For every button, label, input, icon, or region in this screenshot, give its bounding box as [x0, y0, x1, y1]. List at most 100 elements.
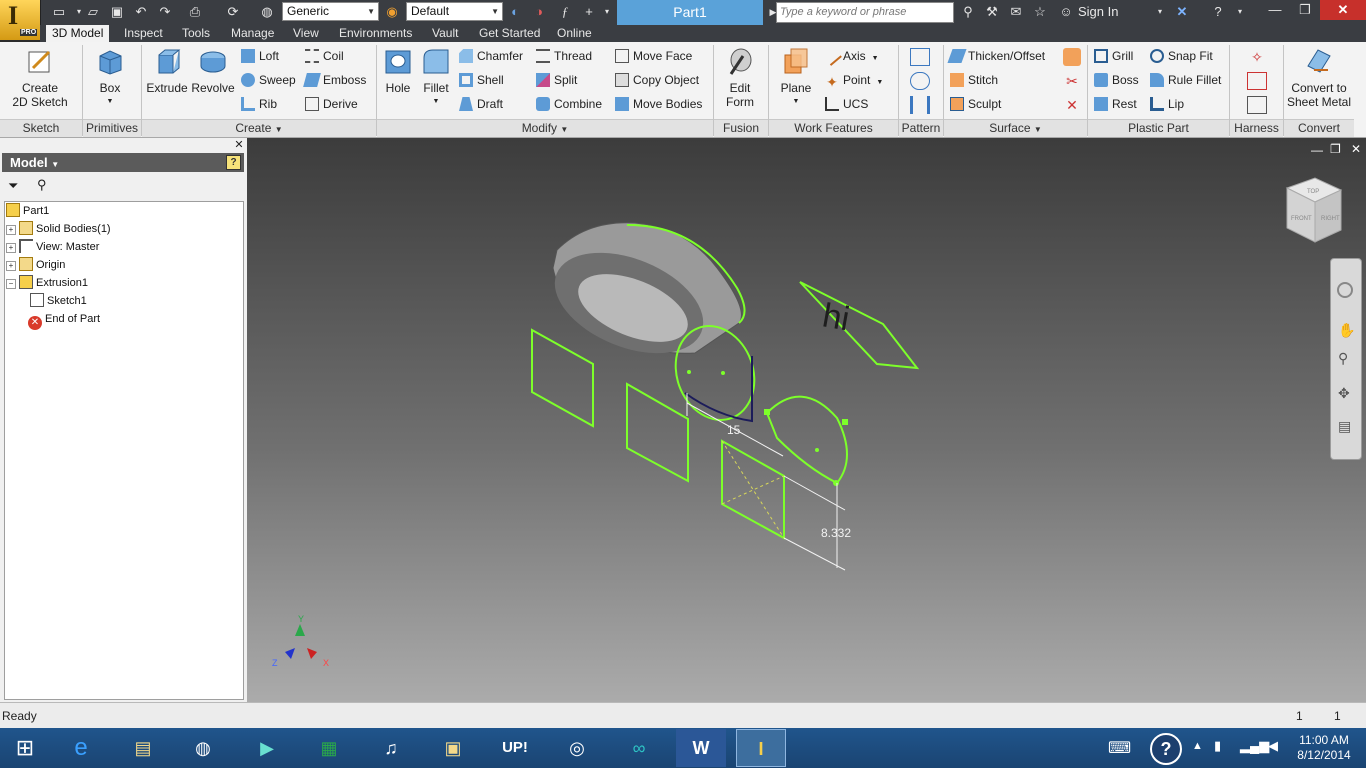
user-icon[interactable]: ☺ [1056, 3, 1076, 21]
help-search-input[interactable]: Type a keyword or phrase [776, 2, 954, 23]
emboss-button[interactable]: Emboss [303, 70, 366, 90]
sign-in-link[interactable]: Sign In [1078, 4, 1118, 19]
new-document-icon[interactable]: ▭ [50, 3, 68, 21]
customize-qa-icon[interactable]: ▾ [598, 3, 616, 21]
mirror-icon[interactable] [910, 96, 930, 114]
appearance-icon[interactable]: ◍ [258, 3, 276, 21]
inventor-taskbar-icon[interactable]: I [736, 729, 786, 767]
create-2d-sketch-button[interactable]: Create 2D Sketch [6, 46, 74, 109]
trim-icon[interactable]: ✂ [1063, 72, 1081, 90]
group-label-create[interactable]: Create ▼ [142, 119, 376, 137]
volume-icon[interactable]: ◀ [1268, 738, 1278, 754]
tree-item-solid-bodies[interactable]: + Solid Bodies(1) [6, 220, 111, 238]
expand-plus-icon[interactable]: + [6, 225, 16, 235]
hp-icon[interactable]: ◍ [178, 729, 228, 767]
view-cube[interactable]: TOP FRONT RIGHT [1285, 177, 1343, 243]
application-menu-button[interactable]: I PRO [0, 0, 41, 40]
lip-button[interactable]: Lip [1150, 94, 1184, 114]
dimension-8332[interactable]: 8.332 [821, 526, 851, 540]
thread-button[interactable]: Thread [536, 46, 592, 66]
zoom-icon[interactable]: ⚲ [1338, 350, 1348, 367]
tab-inspect[interactable]: Inspect [118, 25, 169, 42]
help-tray-icon[interactable]: ? [1150, 733, 1182, 765]
sculpt-button[interactable]: Sculpt [950, 94, 1001, 114]
tree-item-end-of-part[interactable]: ✕ End of Part [28, 310, 100, 330]
tab-vault[interactable]: Vault [426, 25, 464, 42]
word-icon[interactable]: W [676, 729, 726, 767]
rule-fillet-button[interactable]: Rule Fillet [1150, 70, 1221, 90]
color-wheel-icon[interactable]: ◉ [383, 3, 401, 21]
exchange-apps-icon[interactable]: ✕ [1172, 3, 1192, 21]
shell-button[interactable]: Shell [459, 70, 504, 90]
material-combo[interactable]: Default ▼ [406, 2, 503, 21]
box-button[interactable]: Box ▼ [90, 46, 130, 109]
tab-view[interactable]: View [287, 25, 325, 42]
revolve-button[interactable]: Revolve [191, 46, 235, 95]
extrusion-body[interactable] [540, 222, 746, 373]
fillet-button[interactable]: Fillet ▼ [418, 46, 454, 109]
sketch-plane-1[interactable] [531, 328, 594, 428]
parameters-fx-icon[interactable]: ƒ [556, 3, 574, 21]
tab-3d-model[interactable]: 3D Model [46, 25, 110, 42]
undo-icon[interactable]: ↶ [132, 3, 150, 21]
itunes-icon[interactable]: ♫ [366, 729, 416, 767]
store-icon[interactable]: ▦ [304, 729, 354, 767]
tree-item-sketch1[interactable]: Sketch1 [30, 292, 87, 310]
plane-button[interactable]: Plane ▼ [776, 46, 816, 109]
move-bodies-button[interactable]: Move Bodies [615, 94, 702, 114]
draft-button[interactable]: Draft [459, 94, 503, 114]
save-icon[interactable]: ▣ [108, 3, 126, 21]
tree-item-extrusion1[interactable]: − Extrusion1 [6, 274, 88, 292]
group-label-surface[interactable]: Surface ▼ [944, 119, 1087, 137]
tab-tools[interactable]: Tools [176, 25, 216, 42]
split-button[interactable]: Split [536, 70, 577, 90]
loft-button[interactable]: Loft [241, 46, 279, 66]
axis-button[interactable]: Axis ▼ [822, 46, 879, 66]
tray-expand-icon[interactable]: ▲ [1192, 740, 1203, 752]
thicken-offset-button[interactable]: Thicken/Offset [947, 46, 1045, 66]
look-at-icon[interactable]: ▤ [1338, 418, 1351, 435]
group-label-modify[interactable]: Modify ▼ [377, 119, 713, 137]
sweep-button[interactable]: Sweep [241, 70, 296, 90]
find-binoculars-icon[interactable]: ⚲ [37, 177, 47, 193]
minimize-window-icon[interactable]: — [1260, 0, 1290, 20]
video-app-icon[interactable]: ▶ [242, 729, 292, 767]
open-folder-icon[interactable]: ▱ [84, 3, 102, 21]
collapse-minus-icon[interactable]: − [6, 279, 16, 289]
help-icon[interactable]: ? [1208, 3, 1228, 21]
help-dropdown-icon[interactable]: ▾ [1230, 3, 1250, 21]
ucs-button[interactable]: UCS [825, 94, 868, 114]
signal-icon[interactable]: ▂▄▆ [1240, 738, 1269, 754]
favorites-star-icon[interactable]: ☆ [1030, 3, 1050, 21]
expand-plus-icon[interactable]: + [6, 243, 16, 253]
clock[interactable]: 11:00 AM 8/12/2014 [1296, 733, 1352, 763]
tree-item-origin[interactable]: + Origin [6, 256, 65, 274]
plus-icon[interactable]: + [580, 3, 598, 21]
circular-pattern-icon[interactable] [910, 72, 930, 90]
browser-header[interactable]: Model ▼ ? [2, 153, 244, 172]
keyboard-icon[interactable]: ⌨ [1108, 738, 1131, 758]
sketch-handle[interactable] [764, 409, 770, 415]
print-icon[interactable]: ⎙ [186, 3, 204, 21]
close-window-icon[interactable]: ✕ [1320, 0, 1366, 20]
redo-icon[interactable]: ↷ [156, 3, 174, 21]
close-panel-icon[interactable]: ✕ [233, 139, 245, 151]
tab-environments[interactable]: Environments [333, 25, 418, 42]
battery-icon[interactable]: ▮ [1214, 738, 1221, 754]
copy-object-button[interactable]: Copy Object [615, 70, 699, 90]
sign-in-dropdown-icon[interactable]: ▾ [1150, 3, 1170, 21]
extrude-button[interactable]: Extrude [145, 46, 189, 95]
file-explorer-icon[interactable]: ▤ [118, 729, 168, 767]
rest-button[interactable]: Rest [1094, 94, 1137, 114]
tree-item-part1[interactable]: Part1 [6, 202, 49, 220]
tab-manage[interactable]: Manage [225, 25, 280, 42]
sketch-circle-2[interactable] [765, 395, 848, 485]
convert-to-sheet-metal-button[interactable]: Convert to Sheet Metal [1285, 46, 1353, 109]
text-sketch-box[interactable] [799, 281, 920, 370]
start-windows-icon[interactable]: ⊞ [0, 729, 50, 767]
point-button[interactable]: ✦ Point ▼ [825, 70, 883, 90]
restore-window-icon[interactable]: ❐ [1290, 0, 1320, 20]
update-icon[interactable]: ⟳ [224, 3, 242, 21]
arduino-icon[interactable]: ∞ [614, 729, 664, 767]
binoculars-icon[interactable]: ⚲ [958, 3, 978, 21]
